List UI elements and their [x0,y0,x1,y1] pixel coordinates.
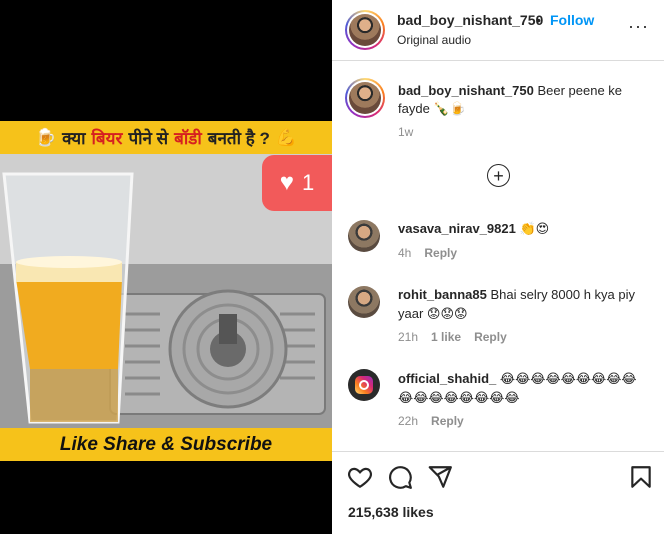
heart-icon: ♥ [279,169,294,196]
follow-button[interactable]: Follow [550,12,594,28]
caption-avatar[interactable] [345,78,385,118]
reply-button[interactable]: Reply [424,246,457,260]
share-icon[interactable] [427,464,453,490]
comment-text: rohit_banna85 Bhai selry 8000 h kya piy … [398,285,648,323]
reply-button[interactable]: Reply [431,414,464,428]
comment-text: official_shahid_ 😂😂😂😂😂😂😂😂😂😂😂😂😂😂😂😂😂 [398,369,648,407]
comment-meta: 4h Reply [398,246,457,260]
instagram-post-view: 🍺 क्या बियर पीने से बॉडी बनती है ? 💪 Lik… [0,0,664,534]
heart-icon[interactable] [347,464,373,490]
video-bottom-banner: Like Share & Subscribe [0,428,332,461]
comment-avatar[interactable] [348,286,380,318]
post-details-panel: bad_boy_nishant_750 • Follow Original au… [332,0,664,534]
reel-video[interactable]: 🍺 क्या बियर पीने से बॉडी बनती है ? 💪 Lik… [0,121,332,461]
comment-username[interactable]: vasava_nirav_9821 [398,221,516,236]
author-username[interactable]: bad_boy_nishant_750 [397,12,543,28]
reply-button[interactable]: Reply [474,330,507,344]
more-options-icon[interactable]: ··· [628,16,649,37]
comment-time[interactable]: 4h [398,246,411,260]
banner-top-prefix: क्या [62,129,86,148]
comment-time[interactable]: 21h [398,330,418,344]
post-actions-bar [332,451,664,501]
comment-meta: 21h 1 like Reply [398,330,507,344]
caption-text: bad_boy_nishant_750 Beer peene ke fayde … [398,82,648,118]
separator-dot: • [536,12,541,28]
banner-top-suffix: बनती है ? [207,129,270,148]
banner-top-middle: पीने से [128,129,169,148]
bookmark-icon[interactable] [628,464,654,490]
caption-username[interactable]: bad_boy_nishant_750 [398,83,534,98]
comment-body: 👏😍 [519,221,550,236]
comment-text: vasava_nirav_9821 👏😍 [398,219,648,238]
caption-timestamp[interactable]: 1w [398,125,413,139]
comment-avatar[interactable] [348,220,380,252]
flexed-arm-icon: 💪 [275,127,298,147]
comment-likes[interactable]: 1 like [431,330,461,344]
instagram-logo-icon [355,376,373,394]
banner-top-accent2: बॉडी [174,129,202,148]
post-header: bad_boy_nishant_750 • Follow Original au… [332,0,664,61]
like-badge-count: 1 [302,170,315,195]
comment-icon[interactable] [387,464,413,490]
audio-label[interactable]: Original audio [397,33,471,47]
plus-circle-icon: + [493,165,504,186]
load-more-comments-button[interactable]: + [487,164,510,187]
comment-username[interactable]: rohit_banna85 [398,287,487,302]
like-notification-badge: ♥ 1 [262,155,332,211]
comment-username[interactable]: official_shahid_ [398,371,496,386]
likes-count[interactable]: 215,638 likes [348,504,434,520]
video-top-banner: 🍺 क्या बियर पीने से बॉडी बनती है ? 💪 [0,121,332,154]
comment-meta: 22h Reply [398,414,464,428]
author-avatar[interactable] [345,10,385,50]
banner-top-accent1: बियर [91,129,123,148]
comment-avatar[interactable] [348,369,380,401]
beer-mug-icon: 🍺 [34,127,57,147]
comment-time[interactable]: 22h [398,414,418,428]
media-panel: 🍺 क्या बियर पीने से बॉडी बनती है ? 💪 Lik… [0,0,332,534]
